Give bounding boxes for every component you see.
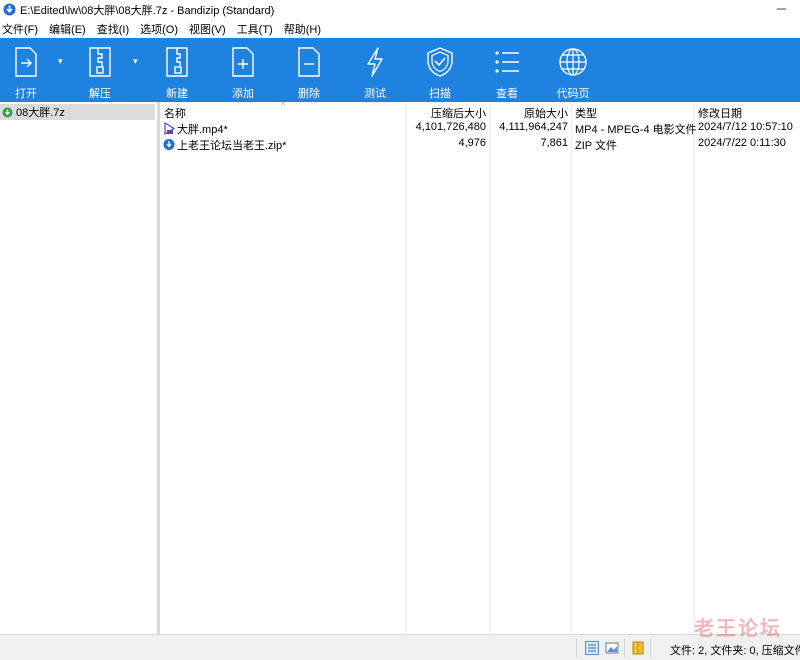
file-original-size: 4,111,964,247 [499,121,568,133]
archive-info-icon[interactable] [631,641,645,655]
window-title: E:\Edited\lw\08大胖\08大胖.7z - Bandizip (St… [20,4,275,17]
delete-button[interactable]: 删除 [289,38,329,102]
thumbnail-view-icon[interactable] [605,641,619,655]
title-bar: E:\Edited\lw\08大胖\08大胖.7z - Bandizip (St… [0,0,800,19]
test-label: 测试 [364,88,386,100]
file-packed-size: 4,101,726,480 [415,121,486,133]
menu-options[interactable]: 选项(O) [140,21,178,37]
folder-tree: 08大胖.7z [0,102,157,634]
archive-icon [2,107,13,117]
column-separator [694,102,695,634]
file-type: MP4 - MPEG-4 电影文件 [575,124,697,136]
menu-edit[interactable]: 编辑(E) [49,21,86,37]
scan-label: 扫描 [429,88,451,100]
column-header-name[interactable]: 名称 [164,105,186,121]
file-name: 大胖.mp4* [177,124,228,136]
view-button[interactable]: 查看 [487,38,527,102]
column-header-date[interactable]: 修改日期 [698,105,742,121]
test-button[interactable]: 测试 [355,38,395,102]
open-label: 打开 [15,88,37,100]
open-button[interactable]: 打开 [6,38,46,102]
file-modified-date: 2024/7/12 10:57:10 [698,121,793,133]
status-separator [576,639,577,657]
details-view-icon[interactable] [585,641,599,655]
column-header-type[interactable]: 类型 [575,105,597,121]
extract-icon [89,47,111,77]
column-header-size[interactable]: 原始大小 [489,105,568,121]
extract-dropdown-icon[interactable]: ▾ [133,56,138,67]
tree-item-archive[interactable]: 08大胖.7z [0,104,155,120]
list-item[interactable]: 大胖.mp4* 4,101,726,480 4,111,964,247 MP4 … [160,121,800,136]
file-name: 上老王论坛当老王.zip* [177,140,287,152]
add-button[interactable]: 添加 [223,38,263,102]
new-archive-button[interactable]: 新建 [157,38,197,102]
menu-bar: 文件(F) 编辑(E) 查找(I) 选项(O) 视图(V) 工具(T) 帮助(H… [0,19,800,38]
column-separator [571,102,572,634]
watermark-text: 老王论坛 [694,618,782,640]
menu-view[interactable]: 视图(V) [189,21,226,37]
bandizip-logo-icon [3,3,16,16]
tree-item-label: 08大胖.7z [16,107,65,119]
column-separator [406,102,407,634]
menu-find[interactable]: 查找(I) [97,21,129,37]
delete-label: 删除 [298,88,320,100]
add-label: 添加 [232,88,254,100]
status-separator [650,639,651,657]
status-text: 文件: 2, 文件夹: 0, 压缩文件大 [670,645,800,657]
column-separator [489,102,490,634]
toolbar: 打开 ▾ 解压 ▾ 新建 添加 删除 测试 扫描 查看 代码页 [0,38,800,102]
list-item[interactable]: 上老王论坛当老王.zip* 4,976 7,861 ZIP 文件 2024/7/… [160,137,800,152]
codepage-globe-icon [559,48,587,76]
extract-label: 解压 [89,88,111,100]
test-icon [367,47,383,77]
extract-button[interactable]: 解压 [80,38,120,102]
new-archive-icon [166,47,188,77]
minimize-button[interactable]: ─ [777,1,786,16]
add-icon [232,47,254,77]
codepage-button[interactable]: 代码页 [553,38,593,102]
file-modified-date: 2024/7/22 0:11:30 [698,137,786,149]
scan-shield-icon [427,47,453,77]
status-separator [624,639,625,657]
new-archive-label: 新建 [166,88,188,100]
view-list-icon [495,51,519,73]
sort-ascending-icon: ^ [281,101,285,110]
video-file-icon [164,122,175,135]
open-icon [15,47,37,77]
column-header-packed[interactable]: 压缩后大小 [406,105,486,121]
menu-file[interactable]: 文件(F) [2,21,38,37]
view-label: 查看 [496,88,518,100]
file-list: 名称 ^ 压缩后大小 原始大小 类型 修改日期 大胖.mp4* 4,101,72… [160,101,800,634]
scan-button[interactable]: 扫描 [420,38,460,102]
file-original-size: 7,861 [540,137,568,149]
menu-tools[interactable]: 工具(T) [237,21,273,37]
open-dropdown-icon[interactable]: ▾ [58,56,63,67]
codepage-label: 代码页 [556,88,590,100]
delete-icon [298,47,320,77]
file-type: ZIP 文件 [575,140,617,152]
menu-help[interactable]: 帮助(H) [284,21,321,37]
zip-file-icon [163,139,175,150]
status-bar: 文件: 2, 文件夹: 0, 压缩文件大 [0,634,800,660]
file-packed-size: 4,976 [458,137,486,149]
